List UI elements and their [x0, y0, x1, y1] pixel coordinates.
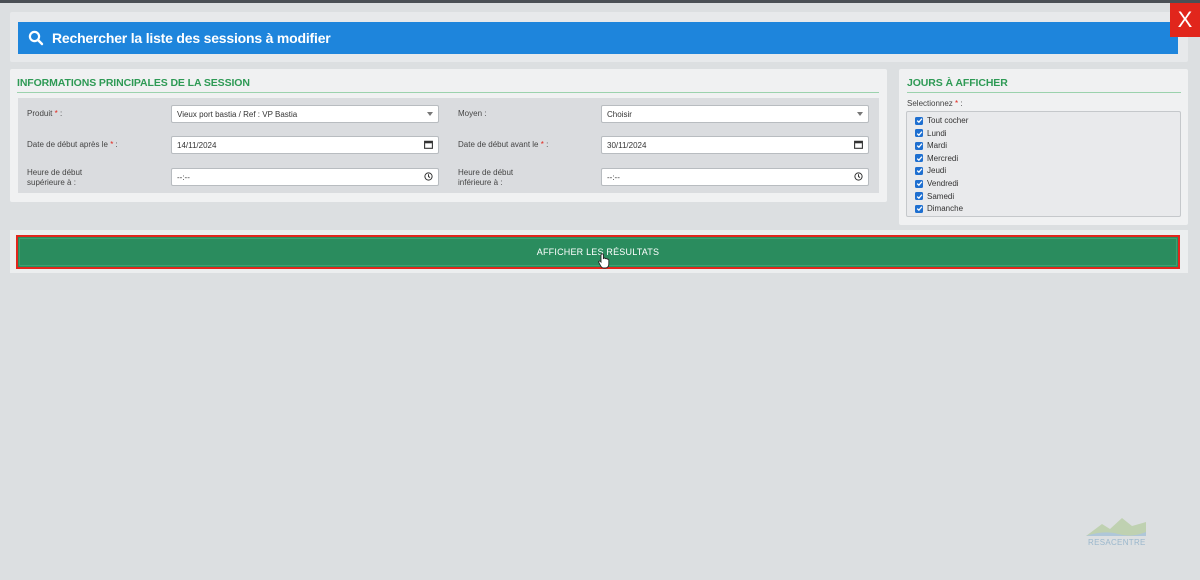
- label-colon: :: [546, 140, 549, 149]
- checkbox-checked-icon[interactable]: [915, 141, 923, 150]
- day-checkbox-label: Samedi: [927, 191, 955, 201]
- session-info-title: INFORMATIONS PRINCIPALES DE LA SESSION: [17, 77, 250, 89]
- heure-sup-input[interactable]: --:--: [171, 168, 439, 186]
- day-checkbox-label: Dimanche: [927, 204, 964, 214]
- day-checkbox-label: Mardi: [927, 141, 948, 151]
- window-top-border: [0, 0, 1200, 3]
- label-colon: :: [59, 109, 63, 118]
- search-sessions-bar[interactable]: Rechercher la liste des sessions à modif…: [18, 22, 1178, 54]
- heure-inf-label: Heure de début inférieure à :: [458, 168, 513, 188]
- section-divider: [17, 92, 879, 93]
- date-debut-apres-value: 14/11/2024: [177, 140, 217, 150]
- session-form: Produit * : Vieux port bastia / Ref : VP…: [18, 98, 879, 193]
- heure-inf-label-line1: Heure de début: [458, 168, 514, 177]
- required-mark: *: [955, 99, 959, 108]
- day-checkbox-label: Lundi: [927, 128, 947, 138]
- checkbox-checked-icon[interactable]: [915, 129, 923, 138]
- day-checkbox-item[interactable]: Tout cocher: [915, 115, 968, 126]
- date-debut-avant-label-text: Date de début avant le: [458, 140, 539, 149]
- date-debut-apres-label-text: Date de début après le: [27, 140, 108, 149]
- day-checkbox-item[interactable]: Lundi: [915, 128, 947, 139]
- produit-select[interactable]: Vieux port bastia / Ref : VP Bastia: [171, 105, 439, 123]
- produit-label-text: Produit: [27, 109, 53, 118]
- day-checkbox-item[interactable]: Jeudi: [915, 165, 946, 176]
- days-select-label-text: Selectionnez: [907, 99, 953, 108]
- heure-inf-value: --:--: [607, 172, 620, 182]
- form-row-heures: Heure de début supérieure à : --:-- Heur…: [18, 162, 879, 193]
- calendar-icon[interactable]: [854, 140, 863, 149]
- heure-sup-label-line2: supérieure à :: [27, 178, 76, 187]
- clock-icon[interactable]: [424, 172, 433, 181]
- day-checkbox-item[interactable]: Dimanche: [915, 203, 963, 214]
- day-checkbox-label: Vendredi: [927, 179, 959, 188]
- checkbox-checked-icon[interactable]: [915, 166, 923, 175]
- date-debut-avant-value: 30/11/2024: [607, 140, 647, 150]
- day-checkbox-item[interactable]: Samedi: [915, 191, 954, 202]
- required-mark: *: [54, 109, 58, 118]
- day-checkbox-item[interactable]: Mercredi: [915, 153, 958, 164]
- search-icon: [28, 30, 44, 46]
- calendar-icon[interactable]: [424, 140, 433, 149]
- section-divider: [907, 92, 1181, 93]
- moyen-select-value: Choisir: [607, 109, 632, 119]
- moyen-select[interactable]: Choisir: [601, 105, 869, 123]
- checkbox-checked-icon[interactable]: [915, 179, 923, 188]
- day-checkbox-label: Mercredi: [927, 153, 959, 163]
- produit-label: Produit * :: [27, 109, 62, 119]
- brand-logo: [1086, 518, 1146, 536]
- days-checkbox-list: Tout cocher Lundi Mardi Mercredi Jeudi Vendre…: [906, 111, 1181, 217]
- required-mark: *: [540, 140, 544, 149]
- date-debut-avant-input[interactable]: 30/11/2024: [601, 136, 869, 154]
- checkbox-checked-icon[interactable]: [915, 204, 923, 213]
- day-checkbox-label: Tout cocher: [927, 116, 969, 125]
- days-panel-title: JOURS À AFFICHER: [907, 77, 1008, 89]
- label-colon: :: [115, 140, 118, 149]
- moyen-label: Moyen :: [458, 109, 487, 118]
- heure-sup-label-line1: Heure de début: [27, 168, 83, 177]
- chevron-down-icon: [857, 112, 863, 116]
- brand-logo-text: RESACENTRE: [1088, 538, 1146, 547]
- close-button[interactable]: X: [1170, 3, 1200, 37]
- days-select-label: Selectionnez * :: [907, 99, 963, 108]
- day-checkbox-item[interactable]: Vendredi: [915, 178, 959, 189]
- form-row-dates: Date de début après le * : 14/11/2024 Da…: [18, 130, 879, 161]
- day-checkbox-item[interactable]: Mardi: [915, 140, 947, 151]
- heure-inf-input[interactable]: --:--: [601, 168, 869, 186]
- required-mark: *: [110, 140, 114, 149]
- date-debut-apres-input[interactable]: 14/11/2024: [171, 136, 439, 154]
- search-title: Rechercher la liste des sessions à modif…: [52, 30, 331, 46]
- heure-sup-label: Heure de début supérieure à :: [27, 168, 82, 188]
- checkbox-checked-icon[interactable]: [915, 192, 923, 201]
- date-debut-avant-label: Date de début avant le * :: [458, 140, 548, 150]
- heure-sup-value: --:--: [177, 172, 190, 182]
- label-colon: :: [960, 99, 963, 108]
- checkbox-checked-icon[interactable]: [915, 154, 923, 163]
- chevron-down-icon: [427, 112, 433, 116]
- day-checkbox-label: Jeudi: [927, 166, 947, 176]
- form-row-produit: Produit * : Vieux port bastia / Ref : VP…: [18, 98, 879, 129]
- heure-inf-label-line2: inférieure à :: [458, 178, 503, 187]
- clock-icon[interactable]: [854, 172, 863, 181]
- date-debut-apres-label: Date de début après le * :: [27, 140, 118, 150]
- hand-cursor-icon: [598, 253, 610, 269]
- produit-select-value: Vieux port bastia / Ref : VP Bastia: [177, 109, 298, 119]
- checkbox-checked-icon[interactable]: [915, 116, 923, 125]
